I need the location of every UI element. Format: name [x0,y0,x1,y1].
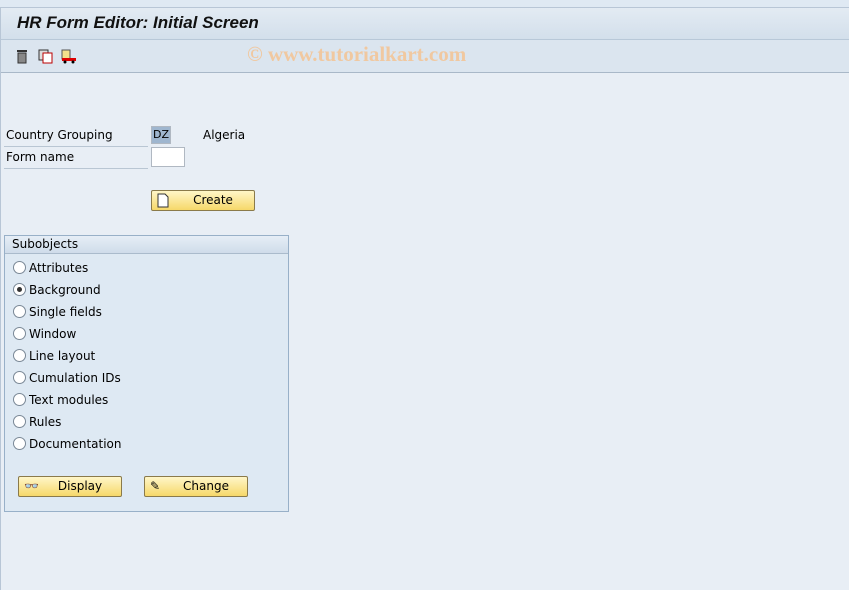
radio-label: Documentation [29,437,122,451]
radio-label: Cumulation IDs [29,371,121,385]
radio-label: Rules [29,415,62,429]
watermark: © www.tutorialkart.com [247,42,467,66]
radio-button[interactable] [13,349,26,362]
change-label: Change [183,479,229,493]
radio-rules[interactable]: Rules [13,413,61,431]
radio-label: Background [29,283,101,297]
country-grouping-label: Country Grouping [4,125,148,147]
radio-documentation[interactable]: Documentation [13,435,122,453]
radio-button[interactable] [13,371,26,384]
radio-text-modules[interactable]: Text modules [13,391,108,409]
radio-attributes[interactable]: Attributes [13,259,88,277]
radio-button[interactable] [13,283,26,296]
radio-button[interactable] [13,305,26,318]
radio-label: Single fields [29,305,102,319]
create-label: Create [193,193,233,207]
toolbar: © www.tutorialkart.com [1,40,849,73]
title-bar: HR Form Editor: Initial Screen [1,8,849,40]
country-text: Algeria [203,128,246,142]
radio-window[interactable]: Window [13,325,76,343]
radio-line-layout[interactable]: Line layout [13,347,95,365]
change-button[interactable]: ✎ Change [144,476,248,497]
radio-label: Attributes [29,261,89,275]
trash-icon[interactable] [14,48,30,64]
display-button[interactable]: 👓 Display [18,476,122,497]
radio-button[interactable] [13,415,26,428]
radio-single-fields[interactable]: Single fields [13,303,102,321]
copy-icon[interactable] [38,48,54,64]
subobjects-group: Subobjects Attributes Background Single fi… [4,235,289,512]
subobjects-title: Subobjects [5,236,288,254]
radio-button[interactable] [13,261,26,274]
radio-label: Window [29,327,77,341]
radio-background[interactable]: Background [13,281,101,299]
radio-label: Text modules [29,393,109,407]
radio-button[interactable] [13,393,26,406]
display-label: Display [57,479,103,493]
form-name-label: Form name [4,147,148,169]
page-title: HR Form Editor: Initial Screen [17,13,259,32]
radio-cumulation-ids[interactable]: Cumulation IDs [13,369,121,387]
radio-button[interactable] [13,327,26,340]
country-grouping-field[interactable]: DZ [151,126,171,144]
radio-button[interactable] [13,437,26,450]
create-button[interactable]: Create [151,190,255,211]
transport-icon[interactable] [61,48,77,64]
form-name-input[interactable] [151,147,185,167]
radio-label: Line layout [29,349,96,363]
